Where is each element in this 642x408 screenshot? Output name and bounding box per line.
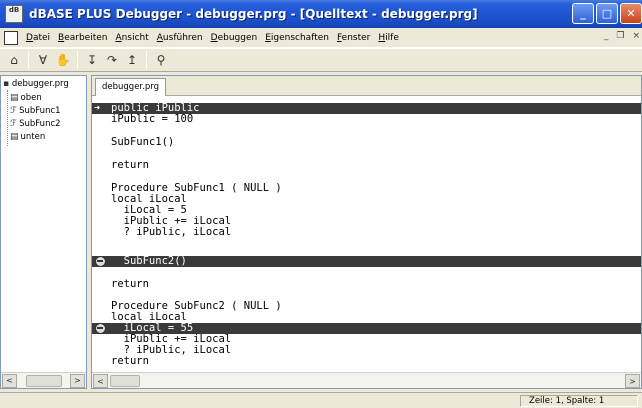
menu-hilfe[interactable]: Hilfe: [374, 33, 403, 43]
tree-connector: [7, 90, 8, 146]
code-line: ? iPublic, iLocal: [111, 344, 232, 356]
document-icon[interactable]: [4, 30, 18, 45]
code-line-breakpoint: SubFunc2(): [92, 256, 641, 267]
scroll-right-icon[interactable]: >: [625, 374, 640, 388]
tree-item-unten[interactable]: ▤ unten: [10, 132, 45, 142]
toolbar-separator: [146, 51, 147, 69]
toolbar-separator: [77, 51, 78, 69]
tab-debugger-prg[interactable]: debugger.prg: [95, 78, 166, 96]
tree-item-subfunc1[interactable]: ℱ SubFunc1: [10, 106, 61, 116]
code-line: return: [111, 278, 149, 290]
code-block-icon: ▤: [10, 132, 19, 142]
tree-root[interactable]: ▪ debugger.prg: [3, 79, 69, 89]
mdi-minimize-icon[interactable]: _: [604, 31, 609, 41]
tree-item-oben[interactable]: ▤ oben: [10, 93, 42, 103]
code-line: iPublic = 100: [111, 113, 194, 125]
tree-item-label: unten: [20, 132, 46, 142]
file-icon: ▪: [3, 79, 10, 89]
source-editor: debugger.prg ➜ public iPublic iPublic = 1…: [91, 75, 642, 389]
cursor-position: Zeile: 1, Spalte: 1: [520, 395, 638, 407]
breakpoint-icon[interactable]: [95, 323, 106, 334]
code-line: ? iPublic, iLocal: [111, 226, 232, 238]
filter-icon[interactable]: ∀: [33, 50, 53, 70]
menu-bearbeiten[interactable]: Bearbeiten: [54, 33, 111, 43]
maximize-button[interactable]: □: [596, 3, 618, 24]
breakpoint-icon[interactable]: [95, 256, 106, 267]
editor-horizontal-scrollbar[interactable]: < >: [92, 372, 641, 388]
window-title: dBASE PLUS Debugger - debugger.prg - [Qu…: [29, 7, 478, 21]
watch-icon[interactable]: ⚲: [151, 50, 171, 70]
tree-item-subfunc2[interactable]: ℱ SubFunc2: [10, 119, 61, 129]
scroll-thumb[interactable]: [110, 375, 140, 387]
current-line-arrow-icon: ➜: [94, 103, 101, 114]
step-into-icon[interactable]: ↧: [82, 50, 102, 70]
procedure-icon: ℱ: [10, 119, 18, 129]
step-over-icon[interactable]: ↷: [102, 50, 122, 70]
procedure-icon: ℱ: [10, 106, 18, 116]
close-button[interactable]: ✕: [620, 3, 642, 24]
app-icon: dB: [5, 5, 23, 23]
code-line: SubFunc1(): [111, 136, 175, 148]
tree-horizontal-scrollbar[interactable]: < >: [1, 372, 86, 388]
menu-datei[interactable]: Datei: [22, 33, 54, 43]
menu-ansicht[interactable]: Ansicht: [112, 33, 153, 43]
code-line: return: [111, 355, 149, 367]
menu-eigenschaften[interactable]: Eigenschaften: [261, 33, 333, 43]
tree-item-label: SubFunc1: [19, 106, 61, 116]
scroll-thumb[interactable]: [25, 374, 62, 387]
menu-bar: Datei Bearbeiten Ansicht Ausführen Debug…: [0, 28, 642, 48]
title-bar: dB dBASE PLUS Debugger - debugger.prg - …: [0, 0, 642, 28]
code-line: return: [111, 159, 149, 171]
editor-tabstrip: debugger.prg: [92, 76, 641, 96]
mdi-restore-icon[interactable]: ❐: [616, 31, 624, 41]
tree-root-label: debugger.prg: [11, 79, 69, 89]
hand-icon[interactable]: ✋: [53, 50, 73, 70]
toolbar: ⌂ ∀ ✋ ↧ ↷ ↥ ⚲: [0, 48, 642, 72]
code-block-icon: ▤: [10, 93, 19, 103]
minimize-button[interactable]: _: [572, 3, 594, 24]
open-icon[interactable]: ⌂: [4, 50, 24, 70]
tree-item-label: oben: [20, 93, 42, 103]
menu-debuggen[interactable]: Debuggen: [207, 33, 262, 43]
menu-fenster[interactable]: Fenster: [333, 33, 374, 43]
tree-item-label: SubFunc2: [19, 119, 61, 129]
mdi-close-icon[interactable]: ×: [632, 31, 640, 41]
scroll-left-icon[interactable]: <: [93, 374, 108, 388]
toolbar-separator: [28, 51, 29, 69]
step-out-icon[interactable]: ↥: [122, 50, 142, 70]
scroll-left-icon[interactable]: <: [2, 373, 17, 388]
procedure-tree: ▪ debugger.prg ▤ oben ℱ SubFunc1 ℱ SubFu…: [0, 75, 87, 389]
status-bar: Zeile: 1, Spalte: 1: [0, 392, 642, 408]
menu-ausfuehren[interactable]: Ausführen: [153, 33, 207, 43]
scroll-right-icon[interactable]: >: [70, 373, 85, 388]
